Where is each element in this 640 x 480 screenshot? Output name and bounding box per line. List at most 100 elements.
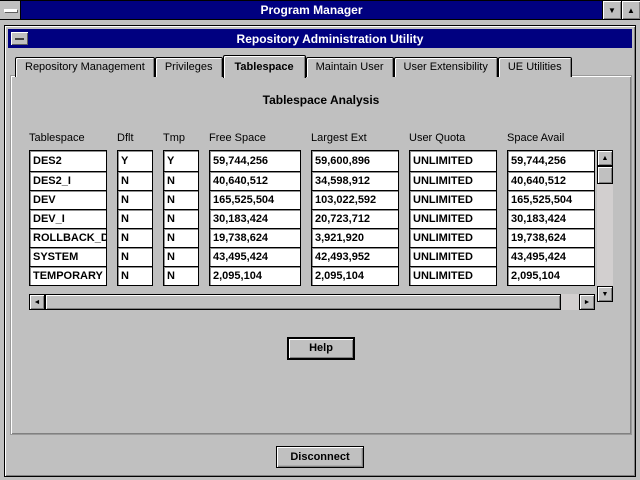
grid-rows: DES2 YY 59,744,256 59,600,896 UNLIMITED 59,74… <box>29 150 595 286</box>
grid-cell[interactable]: 2,095,104 <box>311 266 399 286</box>
minimize-icon: ▼ <box>608 6 616 15</box>
scroll-up-icon: ▲ <box>602 155 609 162</box>
grid-cell[interactable]: UNLIMITED <box>409 190 497 210</box>
vertical-scrollbar[interactable]: ▲ ▼ <box>597 150 613 302</box>
tab-label: Tablespace <box>235 61 294 73</box>
table-row: TEMPORARY NN 2,095,104 2,095,104 UNLIMITED 2,… <box>29 266 595 286</box>
grid-cell[interactable]: 20,723,712 <box>311 209 399 229</box>
scroll-left-button[interactable]: ◄ <box>29 294 45 310</box>
disconnect-button[interactable]: Disconnect <box>276 446 364 468</box>
scroll-down-icon: ▼ <box>602 291 609 298</box>
maximize-icon: ▲ <box>627 6 635 15</box>
column-header: Tablespace <box>29 132 107 144</box>
grid-cell[interactable]: 3,921,920 <box>311 228 399 248</box>
grid-cell[interactable]: 59,744,256 <box>209 150 301 172</box>
grid-cell[interactable]: 19,738,624 <box>209 228 301 248</box>
maximize-button[interactable]: ▲ <box>621 1 640 19</box>
grid-cell[interactable]: UNLIMITED <box>409 150 497 172</box>
grid-cell[interactable]: N <box>117 190 153 210</box>
horizontal-scrollbar[interactable]: ◄ ► <box>29 294 595 310</box>
column-header: User Quota <box>409 132 497 144</box>
grid-cell[interactable]: N <box>117 209 153 229</box>
grid-cell[interactable]: 30,183,424 <box>209 209 301 229</box>
scroll-left-icon: ◄ <box>34 299 41 306</box>
table-row: DES2_I NN 40,640,512 34,598,912 UNLIMITED 40,… <box>29 171 595 191</box>
grid-cell[interactable]: 165,525,504 <box>507 190 595 210</box>
grid-cell[interactable]: N <box>163 209 199 229</box>
grid-cell[interactable]: N <box>117 228 153 248</box>
help-button[interactable]: Help <box>288 338 354 359</box>
grid-cell[interactable]: TEMPORARY <box>29 266 107 286</box>
repository-admin-window: Repository Administration Utility Reposi… <box>4 25 636 477</box>
grid-cell[interactable]: N <box>163 247 199 267</box>
grid-cell[interactable]: 40,640,512 <box>209 171 301 191</box>
program-manager-titlebar: Program Manager ▼ ▲ <box>0 1 640 20</box>
grid-cell[interactable]: 165,525,504 <box>209 190 301 210</box>
scroll-up-button[interactable]: ▲ <box>597 150 613 166</box>
table-row: DES2 YY 59,744,256 59,600,896 UNLIMITED 59,74… <box>29 150 595 172</box>
scroll-down-button[interactable]: ▼ <box>597 286 613 302</box>
grid-cell[interactable]: N <box>117 247 153 267</box>
grid-cell[interactable]: 2,095,104 <box>507 266 595 286</box>
tab-ue-utilities[interactable]: UE Utilities <box>498 57 572 77</box>
grid-cell[interactable]: 43,495,424 <box>209 247 301 267</box>
grid-cell[interactable]: N <box>163 190 199 210</box>
panel-heading: Tablespace Analysis <box>11 93 631 107</box>
grid-cell[interactable]: 103,022,592 <box>311 190 399 210</box>
grid-cell[interactable]: 43,495,424 <box>507 247 595 267</box>
minimize-button[interactable]: ▼ <box>602 1 621 19</box>
grid-cell[interactable]: DES2 <box>29 150 107 172</box>
grid-cell[interactable]: N <box>117 266 153 286</box>
grid-cell[interactable]: N <box>117 171 153 191</box>
grid-cell[interactable]: N <box>163 228 199 248</box>
tablespace-panel: Tablespace Analysis TablespaceDfltTmpFre… <box>11 76 631 434</box>
grid-cell[interactable]: DES2_I <box>29 171 107 191</box>
grid-cell[interactable]: SYSTEM <box>29 247 107 267</box>
grid-cell[interactable]: 30,183,424 <box>507 209 595 229</box>
grid-cell[interactable]: 2,095,104 <box>209 266 301 286</box>
horizontal-scroll-thumb[interactable] <box>45 294 561 310</box>
grid-cell[interactable]: UNLIMITED <box>409 171 497 191</box>
grid-cell[interactable]: 59,744,256 <box>507 150 595 172</box>
grid-cell[interactable]: ROLLBACK_D <box>29 228 107 248</box>
grid-cell[interactable]: N <box>163 171 199 191</box>
table-row: SYSTEM NN 43,495,424 42,493,952 UNLIMITED 43,… <box>29 247 595 267</box>
app-control-menu-button[interactable] <box>11 32 28 45</box>
tab-repository-management[interactable]: Repository Management <box>15 57 155 77</box>
tab-user-extensibility[interactable]: User Extensibility <box>394 57 498 77</box>
grid-cell[interactable]: Y <box>163 150 199 172</box>
tab-tablespace[interactable]: Tablespace <box>223 55 306 78</box>
window-buttons: ▼ ▲ <box>602 1 640 19</box>
grid-cell[interactable]: N <box>163 266 199 286</box>
horizontal-scroll-track[interactable] <box>45 294 579 310</box>
grid-cell[interactable]: DEV_I <box>29 209 107 229</box>
grid-cell[interactable]: UNLIMITED <box>409 209 497 229</box>
grid-cell[interactable]: 59,600,896 <box>311 150 399 172</box>
vertical-scroll-thumb[interactable] <box>597 166 613 184</box>
grid-cell[interactable]: UNLIMITED <box>409 266 497 286</box>
tab-privileges[interactable]: Privileges <box>155 57 223 77</box>
column-header: Free Space <box>209 132 301 144</box>
grid-cell[interactable]: 42,493,952 <box>311 247 399 267</box>
app-titlebar: Repository Administration Utility <box>8 29 632 48</box>
column-header: Largest Ext <box>311 132 399 144</box>
scroll-right-button[interactable]: ► <box>579 294 595 310</box>
control-menu-button[interactable] <box>0 1 21 19</box>
grid-cell[interactable]: UNLIMITED <box>409 228 497 248</box>
grid-cell[interactable]: DEV <box>29 190 107 210</box>
tab-maintain-user[interactable]: Maintain User <box>306 57 394 77</box>
app-window-title: Repository Administration Utility <box>28 32 632 46</box>
table-row: DEV NN 165,525,504 103,022,592 UNLIMITED 165,… <box>29 190 595 210</box>
tab-bar: Repository Management Privileges Tablesp… <box>15 54 572 77</box>
grid-cell[interactable]: 19,738,624 <box>507 228 595 248</box>
grid-cell[interactable]: 34,598,912 <box>311 171 399 191</box>
column-header: Dflt <box>117 132 153 144</box>
tab-label: User Extensibility <box>404 61 488 73</box>
table-row: DEV_I NN 30,183,424 20,723,712 UNLIMITED 30,1… <box>29 209 595 229</box>
grid-cell[interactable]: 40,640,512 <box>507 171 595 191</box>
grid-cell[interactable]: Y <box>117 150 153 172</box>
grid-cell[interactable]: UNLIMITED <box>409 247 497 267</box>
app-control-menu-icon <box>15 38 24 40</box>
vertical-scroll-track[interactable] <box>597 166 613 286</box>
table-row: ROLLBACK_D NN 19,738,624 3,921,920 UNLIMITED… <box>29 228 595 248</box>
